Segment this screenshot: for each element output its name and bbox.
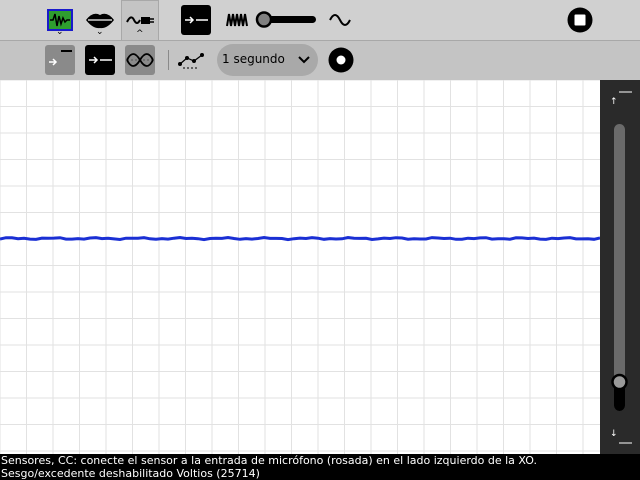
status-line-2: Sesgo/excedente deshabilitado Voltios (2… (1, 467, 260, 480)
interval-select[interactable]: 1 segundo (217, 44, 318, 76)
chevron-up-icon: ^ (136, 29, 144, 39)
status-line-1: Sensores, CC: conecte el sensor a la ent… (1, 454, 537, 467)
graph-canvas (0, 80, 600, 454)
dc-bias-icon (45, 45, 75, 75)
arrow-up-icon: ↑ (610, 97, 618, 107)
waveform-button[interactable] (124, 44, 156, 76)
dc-bias-button[interactable] (44, 44, 76, 76)
interval-select-value: 1 segundo (222, 52, 285, 66)
gain-slider[interactable] (254, 10, 318, 30)
ac-mode-button[interactable] (84, 44, 116, 76)
sensor-plug-icon (126, 16, 154, 24)
chevron-down-icon: ⌄ (56, 27, 64, 37)
signal-trace (0, 235, 600, 242)
slider-track (614, 124, 625, 411)
bias-toggle-icon (181, 5, 211, 35)
status-bar: Sensores, CC: conecte el sensor a la ent… (0, 454, 640, 480)
chevron-down-icon (298, 56, 310, 64)
arrow-down-icon: ↓ (610, 429, 618, 439)
log-data-icon (178, 53, 204, 69)
ac-mode-icon (85, 45, 115, 75)
bias-toggle-button[interactable] (180, 4, 212, 36)
stop-icon (567, 7, 593, 33)
record-button[interactable] (325, 44, 357, 76)
slider-knob[interactable] (611, 373, 628, 391)
sine-button[interactable] (324, 4, 356, 36)
sine-icon (329, 14, 351, 26)
toolbar-separator (168, 50, 169, 70)
vertical-slider-panel: ↑ ↓ (600, 80, 640, 454)
stop-button[interactable] (564, 4, 596, 36)
record-icon (328, 47, 354, 73)
vertical-scale-slider[interactable]: ↑ ↓ (600, 80, 640, 454)
log-data-button[interactable] (175, 44, 207, 76)
waveform-icon (125, 45, 155, 75)
chevron-down-icon: ⌄ (96, 27, 104, 37)
frequency-icon (226, 13, 248, 27)
graph-plot (0, 80, 600, 454)
frequency-button[interactable] (221, 4, 253, 36)
main-toolbar: ⌄ ⌄ ^ (0, 0, 640, 41)
